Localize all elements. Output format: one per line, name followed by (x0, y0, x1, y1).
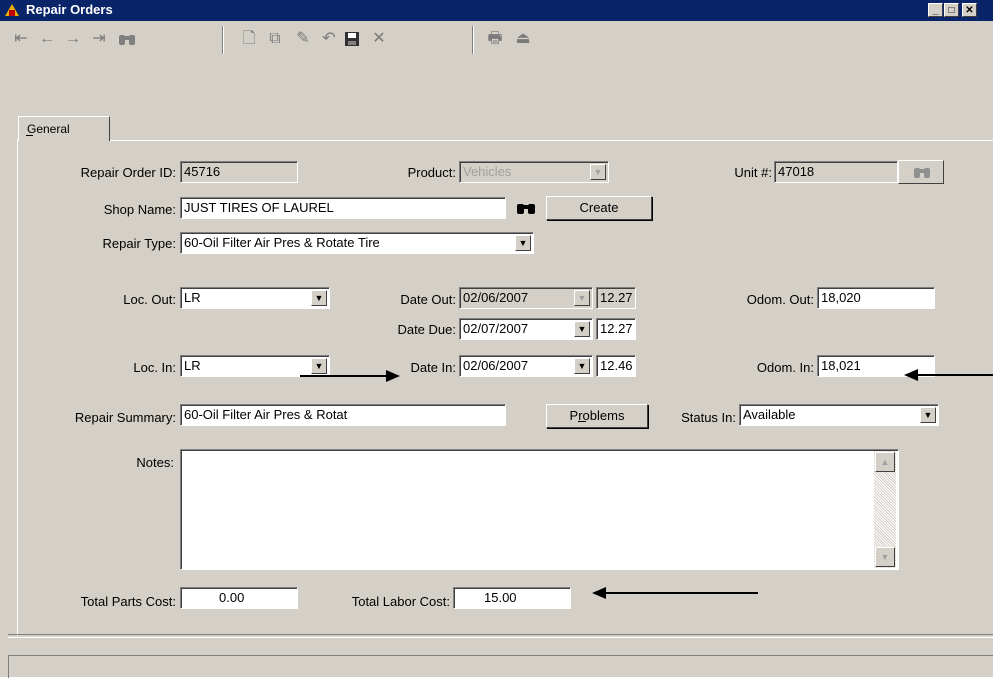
tab-general[interactable]: General (18, 116, 110, 141)
date-in-dropdown-icon[interactable]: ▼ (574, 358, 590, 374)
date-in-label: Date In: (410, 360, 456, 375)
last-record-icon[interactable]: ⇥ (88, 28, 110, 50)
loc-out-label: Loc. Out: (123, 292, 176, 307)
product-label: Product: (407, 165, 456, 180)
print-icon[interactable]: 🖶 (484, 28, 506, 50)
annotation-arrow-shaft (916, 374, 993, 376)
odom-out-field[interactable]: 18,020 (817, 287, 935, 309)
total-parts-cost-field[interactable]: 0.00 (180, 587, 298, 609)
tab-general-label: General (27, 122, 70, 136)
window-title: Repair Orders (26, 2, 113, 17)
find-binoculars-icon[interactable] (118, 31, 136, 47)
repair-type-select[interactable]: 60-Oil Filter Air Pres & Rotate Tire ▼ (180, 232, 534, 254)
problems-button[interactable]: Problems (546, 404, 648, 428)
shop-search-button[interactable] (508, 196, 544, 220)
undo-icon[interactable]: ↶ (318, 28, 340, 50)
date-out-label: Date Out: (400, 292, 456, 307)
odom-in-label: Odom. In: (756, 360, 814, 375)
notes-label: Notes: (136, 455, 174, 470)
status-in-select[interactable]: Available ▼ (739, 404, 939, 426)
scroll-down-icon[interactable]: ▼ (875, 547, 895, 567)
create-button[interactable]: Create (546, 196, 652, 220)
repair-type-value: 60-Oil Filter Air Pres & Rotate Tire (184, 235, 380, 250)
product-dropdown-icon[interactable]: ▼ (590, 164, 606, 180)
annotation-arrow-head-right (386, 370, 400, 382)
time-due-field[interactable]: 12.27 (596, 318, 636, 340)
total-labor-cost-label: Total Labor Cost: (351, 594, 450, 609)
loc-in-value: LR (184, 358, 201, 373)
unit-search-button[interactable] (898, 160, 944, 184)
date-due-value: 02/07/2007 (463, 321, 529, 336)
previous-record-icon[interactable]: ← (36, 28, 58, 50)
annotation-arrow-shaft (300, 375, 388, 377)
close-button[interactable]: ✕ (962, 3, 977, 17)
edit-pencil-icon[interactable]: ✎ (292, 28, 314, 50)
loc-out-value: LR (184, 290, 201, 305)
exit-icon[interactable]: ⏏ (512, 28, 534, 50)
app-icon (5, 4, 19, 16)
total-labor-cost-field[interactable]: 15.00 (453, 587, 571, 609)
loc-out-dropdown-icon[interactable]: ▼ (311, 290, 327, 306)
scroll-up-icon[interactable]: ▲ (875, 452, 895, 472)
maximize-button[interactable]: □ (944, 3, 959, 17)
loc-in-dropdown-icon[interactable]: ▼ (311, 358, 327, 374)
delete-x-icon[interactable]: ✕ (368, 28, 390, 50)
status-in-dropdown-icon[interactable]: ▼ (920, 407, 936, 423)
total-parts-cost-label: Total Parts Cost: (80, 594, 176, 609)
date-due-picker[interactable]: 02/07/2007 ▼ (459, 318, 593, 340)
status-in-value: Available (743, 407, 796, 422)
unit-label: Unit #: (734, 165, 772, 180)
problems-mnemonic-underline (578, 421, 586, 422)
new-record-icon[interactable]: 🗋 (238, 28, 260, 50)
repair-summary-field[interactable]: 60-Oil Filter Air Pres & Rotat (180, 404, 506, 426)
product-value: Vehicles (463, 164, 512, 179)
binoculars-icon (914, 168, 930, 178)
shop-name-label: Shop Name: (103, 202, 176, 217)
date-out-dropdown-icon[interactable]: ▼ (574, 290, 590, 306)
repair-order-id-field[interactable]: 45716 (180, 161, 298, 183)
panel-bottom-edge (8, 634, 993, 638)
loc-in-label: Loc. In: (133, 360, 176, 375)
binoculars-icon (517, 204, 535, 214)
toolbar-separator (222, 26, 224, 54)
save-disk-icon[interactable] (344, 31, 360, 47)
repair-summary-label: Repair Summary: (74, 410, 176, 425)
copy-record-icon[interactable]: ⧉ (264, 28, 286, 50)
repair-type-label: Repair Type: (102, 236, 176, 251)
toolbar-separator (472, 26, 474, 54)
odom-out-label: Odom. Out: (746, 292, 814, 307)
title-bar[interactable]: Repair Orders _ □ ✕ (0, 0, 993, 21)
date-in-value: 02/06/2007 (463, 358, 529, 373)
time-out-field[interactable]: 12.27 (596, 287, 636, 309)
notes-textarea[interactable] (180, 449, 899, 570)
shop-name-field[interactable]: JUST TIRES OF LAUREL (180, 197, 506, 219)
first-record-icon[interactable]: ⇤ (10, 28, 32, 50)
loc-out-select[interactable]: LR ▼ (180, 287, 330, 309)
loc-in-select[interactable]: LR ▼ (180, 355, 330, 377)
product-select[interactable]: Vehicles ▼ (459, 161, 609, 183)
status-bar (8, 655, 993, 678)
repair-order-id-label: Repair Order ID: (80, 165, 176, 180)
date-due-dropdown-icon[interactable]: ▼ (574, 321, 590, 337)
date-in-picker[interactable]: 02/06/2007 ▼ (459, 355, 593, 377)
status-in-label: Status In: (681, 410, 736, 425)
time-in-field[interactable]: 12.46 (596, 355, 636, 377)
date-due-label: Date Due: (397, 322, 456, 337)
date-out-value: 02/06/2007 (463, 290, 529, 305)
next-record-icon[interactable]: → (62, 28, 84, 50)
minimize-button[interactable]: _ (928, 3, 943, 17)
tab-mnemonic-underline (26, 135, 33, 136)
date-out-picker[interactable]: 02/06/2007 ▼ (459, 287, 593, 309)
annotation-arrow-shaft (604, 592, 758, 594)
repair-type-dropdown-icon[interactable]: ▼ (515, 235, 531, 251)
unit-field[interactable]: 47018 (774, 161, 898, 183)
